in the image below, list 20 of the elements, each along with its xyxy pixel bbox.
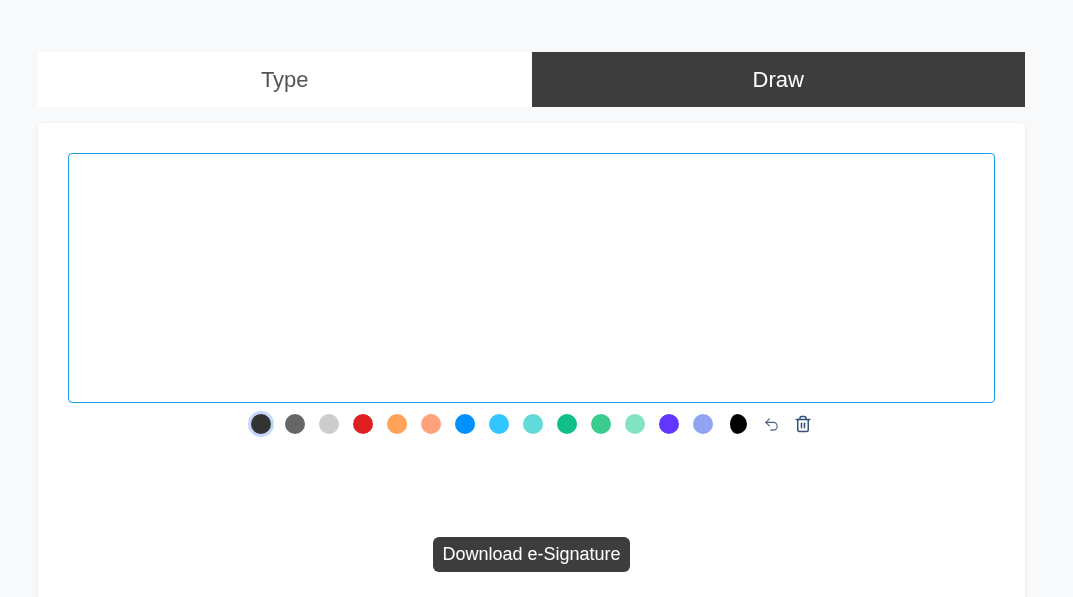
color-swatch[interactable] xyxy=(591,414,611,434)
undo-icon[interactable] xyxy=(763,415,780,433)
tab[interactable]: Draw xyxy=(531,52,1025,107)
color-swatch[interactable] xyxy=(319,414,339,434)
color-swatch[interactable] xyxy=(557,414,577,434)
color-swatch[interactable] xyxy=(489,414,509,434)
color-swatch[interactable] xyxy=(421,414,441,434)
tab[interactable]: Type xyxy=(38,52,532,107)
color-swatch[interactable] xyxy=(523,414,543,434)
color-swatch[interactable] xyxy=(387,414,407,434)
download-button[interactable]: Download e-Signature xyxy=(433,537,630,572)
color-swatch[interactable] xyxy=(285,414,305,434)
color-swatch[interactable] xyxy=(625,414,645,434)
color-swatch[interactable] xyxy=(693,414,713,434)
color-swatch[interactable] xyxy=(353,414,373,434)
color-swatch[interactable] xyxy=(455,414,475,434)
trash-icon[interactable] xyxy=(794,415,812,433)
color-swatch[interactable] xyxy=(659,414,679,434)
color-picker[interactable] xyxy=(727,414,747,434)
color-swatch[interactable] xyxy=(251,414,271,434)
